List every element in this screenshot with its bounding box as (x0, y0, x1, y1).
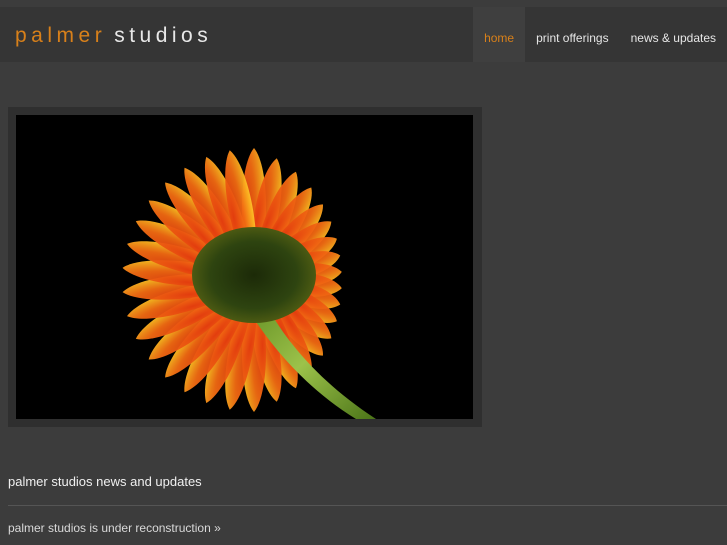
site-logo[interactable]: palmer studios (15, 22, 212, 50)
news-section-heading: palmer studios news and updates (8, 474, 202, 489)
nav-item-news-updates[interactable]: news & updates (620, 7, 727, 62)
section-divider (8, 505, 727, 506)
main-nav: home print offerings news & updates (473, 7, 727, 62)
featured-gallery (8, 107, 482, 427)
logo-word-palmer: palmer (15, 24, 107, 47)
nav-item-home[interactable]: home (473, 7, 526, 62)
news-post-link[interactable]: palmer studios is under reconstruction » (8, 521, 221, 536)
logo-word-studios: studios (114, 24, 213, 47)
nav-item-print-offerings[interactable]: print offerings (525, 7, 620, 62)
site-header: palmer studios home print offerings news … (0, 7, 727, 62)
gerbera-daisy-image (16, 115, 473, 419)
featured-photo[interactable] (16, 115, 473, 419)
